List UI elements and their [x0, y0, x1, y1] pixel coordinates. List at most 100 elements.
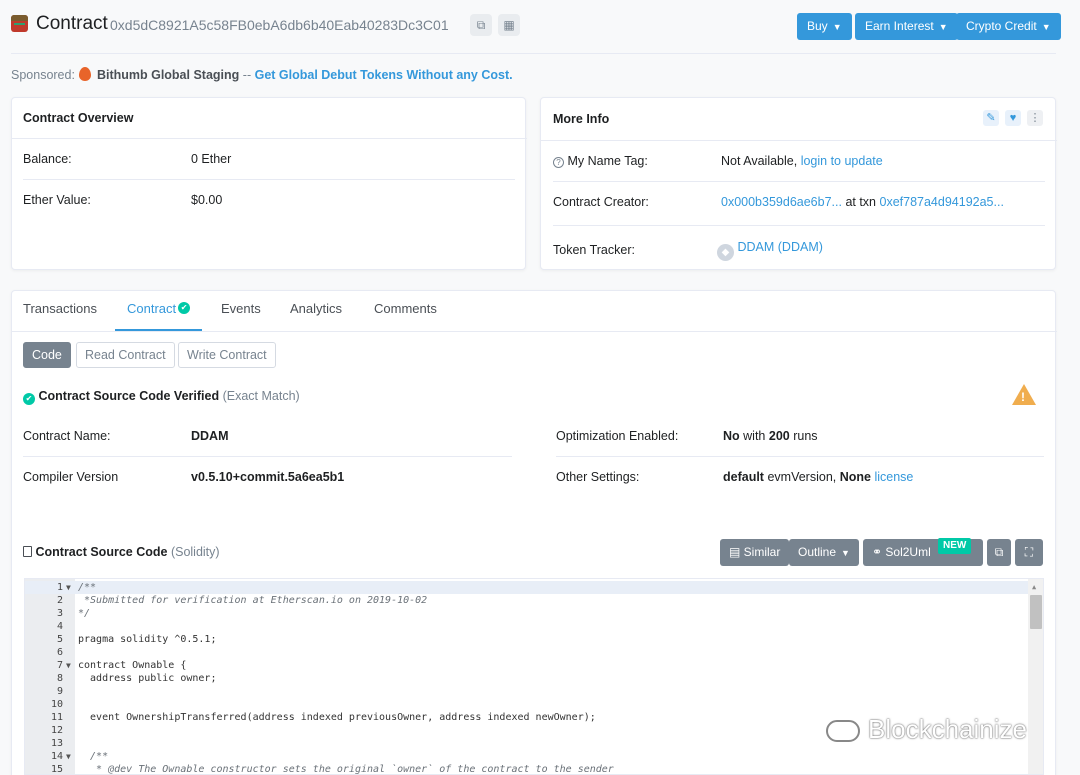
compiler-label: Compiler Version	[23, 470, 119, 484]
verified-check-icon: ✔	[178, 302, 191, 314]
copy-icon[interactable]: ⧉	[987, 539, 1011, 566]
code-editor[interactable]: 1 ▼/** 2 *Submitted for verification at Et…	[24, 578, 1044, 775]
line-number: 5	[56, 634, 63, 645]
code-line: 15 * @dev The Ownable constructor sets t…	[25, 763, 1028, 775]
code-text: contract Ownable {	[78, 660, 187, 671]
new-badge: NEW	[938, 538, 972, 554]
sponsor-separator: --	[242, 68, 252, 82]
line-number: 14	[50, 751, 63, 762]
creator-value: 0x000b359d6ae6b7... at txn 0xef787a4d941…	[721, 195, 1004, 209]
source-code-title: Contract Source Code	[35, 545, 168, 559]
heart-icon[interactable]: ♥	[1005, 110, 1021, 126]
qr-code-icon[interactable]: ▦	[498, 14, 520, 36]
page-title: Contract	[36, 13, 108, 34]
chevron-down-icon: ▼	[832, 22, 842, 32]
card-title: More Info	[553, 112, 610, 126]
source-code-lang: (Solidity)	[170, 545, 220, 559]
line-number: 15	[50, 764, 63, 775]
other-settings-label: Other Settings:	[556, 470, 640, 484]
scrollbar-thumb[interactable]	[1030, 595, 1042, 629]
verified-heading: ✔ Contract Source Code Verified (Exact M…	[23, 389, 300, 405]
code-text: /**	[78, 751, 109, 762]
tab-comments[interactable]: Comments	[374, 301, 437, 316]
code-line: 14 ▼ /**	[25, 750, 1028, 763]
code-line: 6	[25, 646, 1028, 659]
fold-arrow-icon[interactable]: ▼	[66, 581, 71, 594]
code-text: pragma solidity ^0.5.1;	[78, 634, 217, 645]
fold-arrow-icon[interactable]: ▼	[66, 659, 71, 672]
fold-arrow-icon[interactable]: ▼	[66, 750, 71, 763]
line-number: 1	[56, 582, 63, 593]
flame-icon	[78, 67, 91, 81]
sponsor-name[interactable]: Bithumb Global Staging	[97, 68, 239, 82]
code-line: 4	[25, 620, 1028, 633]
token-tracker-link[interactable]: DDAM (DDAM)	[737, 240, 822, 254]
code-text: *Submitted for verification at Etherscan…	[78, 595, 428, 606]
similar-button[interactable]: ▤ Similar	[720, 539, 790, 566]
help-icon: ?	[553, 157, 564, 168]
line-number: 2	[56, 595, 63, 606]
page-header: Contract 0xd5dC8921A5c58FB0ebA6db6b40Eab…	[0, 0, 1080, 54]
balance-label: Balance:	[23, 152, 72, 166]
creator-address-link[interactable]: 0x000b359d6ae6b7...	[721, 195, 842, 209]
chevron-down-icon: ▼	[841, 548, 850, 558]
code-line: 5 pragma solidity ^0.5.1;	[25, 633, 1028, 646]
code-line: 7 ▼ contract Ownable {	[25, 659, 1028, 672]
crypto-credit-button[interactable]: Crypto Credit ▼	[956, 13, 1061, 40]
code-line: 1 ▼ /**	[25, 581, 1028, 594]
file-icon: ▤	[729, 545, 744, 559]
earn-interest-button[interactable]: Earn Interest ▼	[855, 13, 958, 40]
code-text: */	[78, 608, 91, 619]
name-tag-value: Not Available, login to update	[721, 154, 883, 168]
divider	[12, 331, 1057, 332]
verified-match: (Exact Match)	[222, 389, 300, 403]
code-line: 10	[25, 698, 1028, 711]
tab-analytics[interactable]: Analytics	[290, 301, 342, 316]
watermark: Blockchainize	[826, 714, 1027, 745]
line-number: 10	[50, 699, 63, 710]
balance-value: 0 Ether	[191, 152, 232, 166]
divider	[11, 53, 1056, 54]
scroll-up-arrow-icon[interactable]: ▲	[1032, 583, 1036, 591]
wechat-icon	[826, 720, 860, 742]
buy-button[interactable]: Buy ▼	[797, 13, 852, 40]
sponsored-label: Sponsored:	[11, 68, 75, 82]
login-link[interactable]: login to update	[801, 154, 883, 168]
line-number: 11	[50, 712, 63, 723]
outline-button[interactable]: Outline ▼	[789, 539, 859, 566]
optimization-label: Optimization Enabled:	[556, 429, 679, 443]
contract-name-value: DDAM	[191, 429, 229, 443]
name-tag-row: ? My Name Tag:	[553, 154, 648, 168]
compiler-value: v0.5.10+commit.5a6ea5b1	[191, 470, 345, 484]
tab-transactions[interactable]: Transactions	[23, 301, 97, 316]
sponsor-link[interactable]: Get Global Debut Tokens Without any Cost…	[255, 68, 513, 82]
tab-events[interactable]: Events	[221, 301, 261, 316]
tab-contract[interactable]: Contract ✔	[127, 301, 191, 316]
line-number: 4	[56, 621, 63, 632]
other-settings-value: default evmVersion, None license	[723, 470, 914, 484]
contract-address: 0xd5dC8921A5c58FB0ebA6db6b40Eab40283Dc3C…	[110, 17, 449, 33]
token-tracker-label: Token Tracker:	[553, 243, 635, 257]
divider	[553, 225, 1045, 226]
magic-wand-icon[interactable]: ✎	[983, 110, 999, 126]
code-text: address public owner;	[78, 673, 217, 684]
creator-txn-link[interactable]: 0xef787a4d94192a5...	[880, 195, 1004, 209]
sponsored-banner: Sponsored: Bithumb Global Staging -- Get …	[11, 67, 513, 82]
line-number: 13	[50, 738, 63, 749]
license-link[interactable]: license	[874, 470, 913, 484]
code-tab-button[interactable]: Code	[23, 342, 71, 368]
contract-overview-card: Contract Overview Balance: 0 Ether Ether…	[11, 97, 527, 270]
fullscreen-icon[interactable]: ⛶	[1015, 539, 1043, 566]
check-circle-icon: ✔	[23, 393, 35, 405]
more-options-icon[interactable]: ⋮	[1027, 110, 1043, 126]
code-line: 8 address public owner;	[25, 672, 1028, 685]
name-tag-label: My Name Tag:	[567, 154, 648, 168]
creator-label: Contract Creator:	[553, 195, 649, 209]
line-number: 12	[50, 725, 63, 736]
write-contract-button[interactable]: Write Contract	[178, 342, 276, 368]
copy-icon[interactable]: ⧉	[470, 14, 492, 36]
optimization-value: No with 200 runs	[723, 429, 818, 443]
divider	[541, 140, 1057, 141]
line-number: 3	[56, 608, 63, 619]
read-contract-button[interactable]: Read Contract	[76, 342, 175, 368]
